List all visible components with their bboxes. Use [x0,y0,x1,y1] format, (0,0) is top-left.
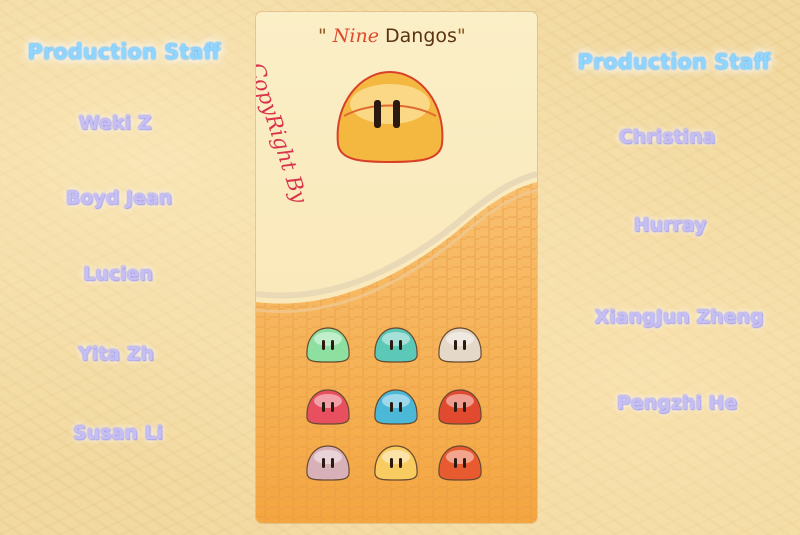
right-staff-name-3: XiangJun Zheng [594,306,764,328]
left-staff-name-4: Yita Zh [77,343,155,365]
dango-icon-1[interactable] [304,324,352,364]
title-quote-close: " [456,25,466,47]
right-staff-name-4: Pengzhi He [616,392,738,414]
copyright-vertical: CopyRight By [256,38,312,228]
left-staff-name-1: Weki Z [78,112,152,134]
dango-icon-8[interactable] [372,442,420,482]
dango-icon-9[interactable] [436,442,484,482]
dango-icon-3[interactable] [436,324,484,364]
left-staff-name-3: Lucien [83,263,153,285]
big-dango-icon [336,70,444,164]
left-staff-name-2: Boyd Jean [65,187,173,209]
right-staff-name-1: Christina [618,126,716,148]
left-staff-name-5: Susan Li [72,422,164,444]
right-staff-heading: Production Staff [577,50,771,74]
dango-icon-6[interactable] [436,386,484,426]
title-quote-open: " [318,25,327,47]
title-word-nine: Nine [332,25,379,47]
dango-grid [304,324,504,494]
left-staff-heading: Production Staff [27,40,221,64]
game-title: " Nine Dangos" [318,25,466,47]
dango-icon-2[interactable] [372,324,420,364]
right-staff-name-2: Hurray [633,214,707,236]
title-word-dangos: Dangos [385,25,457,47]
dango-icon-7[interactable] [304,442,352,482]
dango-icon-4[interactable] [304,386,352,426]
dango-icon-5[interactable] [372,386,420,426]
game-card: " Nine Dangos" CopyRight By [256,12,537,523]
